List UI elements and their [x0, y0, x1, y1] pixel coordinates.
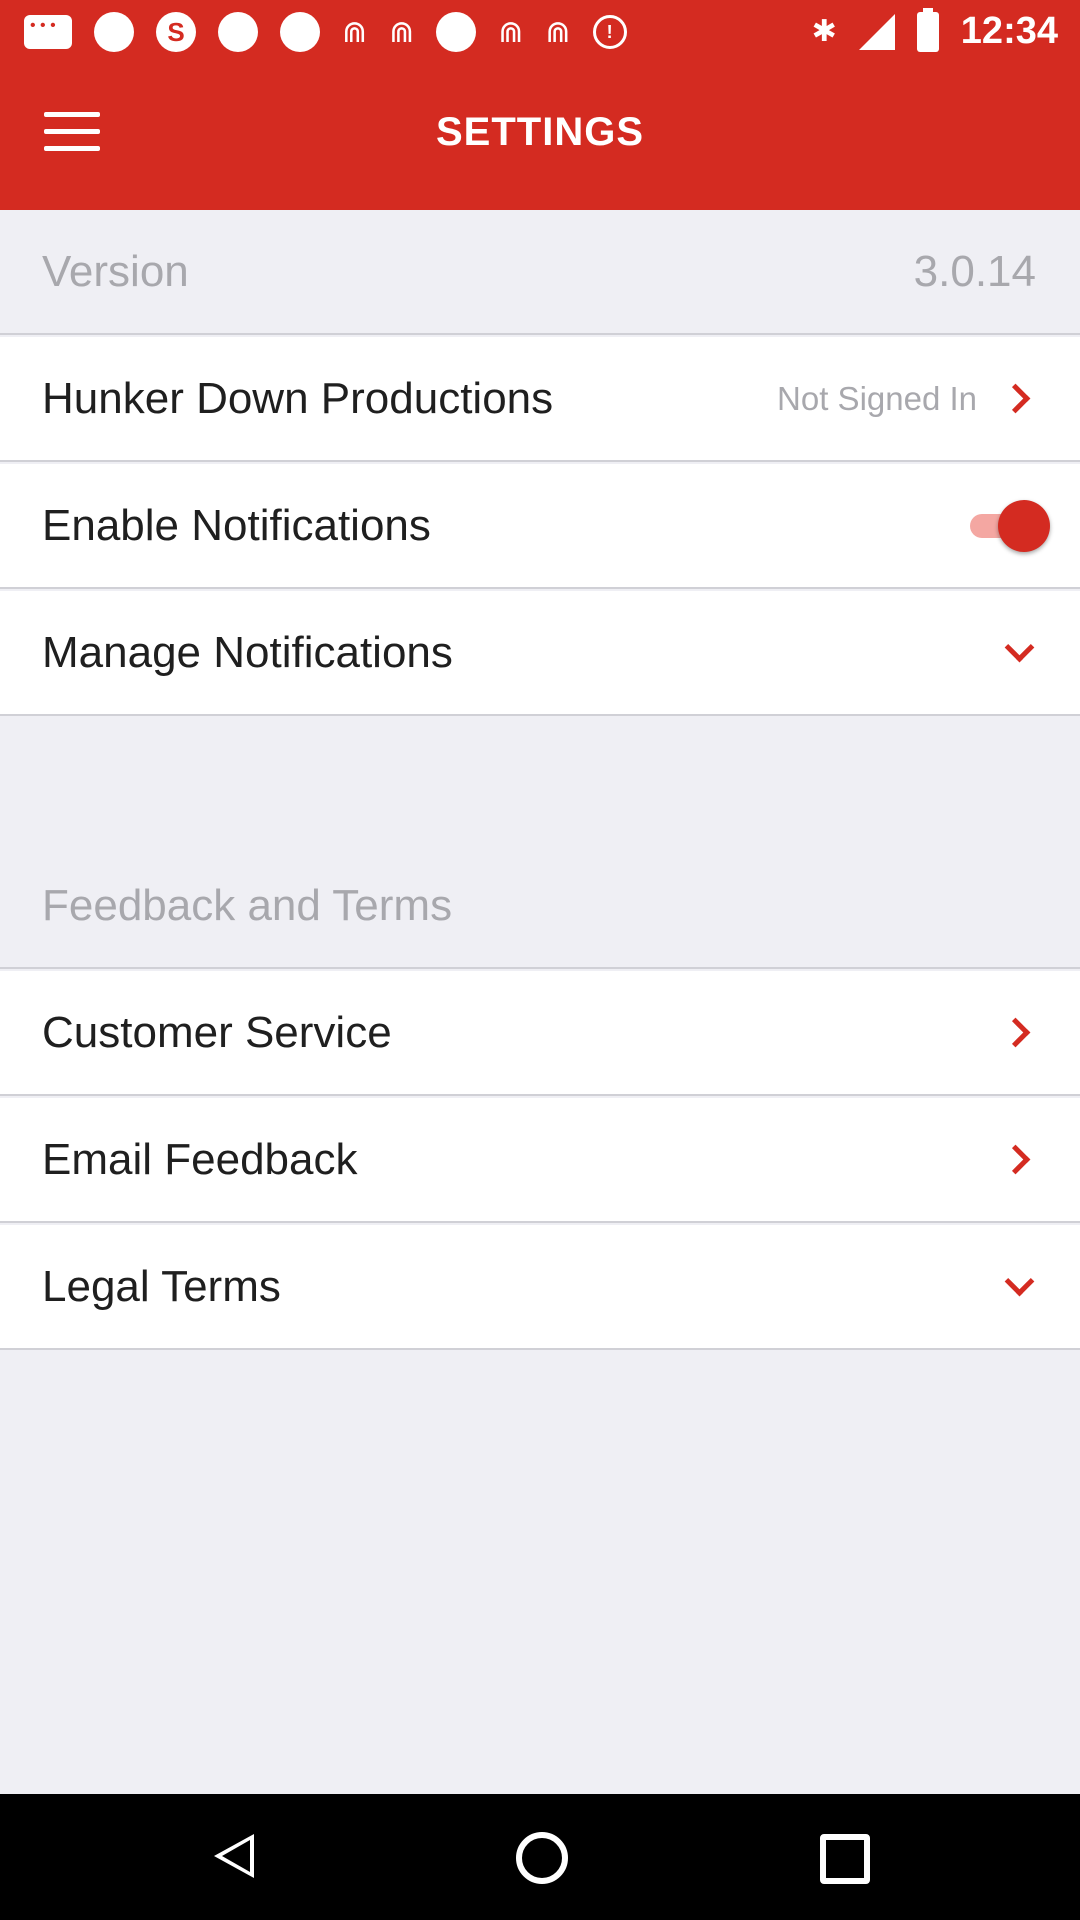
email-feedback-row[interactable]: Email Feedback — [0, 1098, 1080, 1223]
signal-icon — [858, 13, 895, 50]
account-status: Not Signed In — [777, 379, 977, 417]
back-triangle-icon[interactable] — [214, 1834, 254, 1878]
status-bar: S ⋒ ⋒ ⋒ ⋒ ! ✱ 12:34 — [0, 0, 1080, 62]
alert-icon: ! — [592, 15, 627, 49]
enable-notifications-row: Enable Notifications — [0, 464, 1080, 589]
fan-icon: ⋒ — [498, 15, 524, 49]
customer-service-label: Customer Service — [42, 1007, 392, 1057]
message-icon — [24, 15, 72, 49]
manage-notifications-row[interactable]: Manage Notifications — [0, 591, 1080, 716]
account-label: Hunker Down Productions — [42, 373, 554, 423]
chevron-right-icon — [1000, 1144, 1031, 1175]
chevron-down-icon — [1004, 632, 1035, 663]
enable-notifications-label: Enable Notifications — [42, 500, 431, 550]
customer-service-row[interactable]: Customer Service — [0, 971, 1080, 1096]
version-label: Version — [42, 246, 189, 296]
status-system-icons: ✱ 12:34 — [811, 7, 1058, 53]
section-header-feedback: Feedback and Terms — [0, 844, 1080, 969]
account-row[interactable]: Hunker Down Productions Not Signed In — [0, 337, 1080, 462]
status-time: 12:34 — [960, 10, 1058, 52]
legal-terms-row[interactable]: Legal Terms — [0, 1225, 1080, 1350]
version-row: Version 3.0.14 — [0, 210, 1080, 335]
legal-terms-label: Legal Terms — [42, 1261, 281, 1311]
battery-icon — [916, 7, 939, 52]
app-bar: SETTINGS — [0, 62, 1080, 210]
page-title: SETTINGS — [435, 110, 645, 154]
fan-icon: ⋒ — [545, 15, 571, 49]
chevron-right-icon — [1000, 1017, 1031, 1048]
status-notification-icons: S ⋒ ⋒ ⋒ ⋒ ! — [24, 12, 627, 52]
notification-dot-icon — [436, 12, 477, 52]
notification-dot-icon — [218, 12, 258, 52]
version-value: 3.0.14 — [913, 246, 1036, 296]
enable-notifications-toggle[interactable] — [964, 499, 1050, 552]
s-app-icon: S — [156, 12, 196, 52]
notification-dot-icon — [94, 12, 134, 52]
home-circle-icon[interactable] — [516, 1832, 568, 1884]
section-feedback-label: Feedback and Terms — [42, 880, 453, 930]
chevron-down-icon — [1004, 1266, 1035, 1297]
recents-square-icon[interactable] — [820, 1834, 870, 1884]
fan-icon: ⋒ — [342, 15, 368, 49]
manage-notifications-label: Manage Notifications — [42, 627, 453, 677]
toggle-thumb — [998, 499, 1050, 552]
navigation-bar — [0, 1794, 1080, 1920]
fan-icon: ⋒ — [389, 15, 415, 49]
notification-dot-icon — [280, 12, 320, 52]
email-feedback-label: Email Feedback — [42, 1134, 358, 1184]
chevron-right-icon — [1000, 383, 1031, 414]
bluetooth-icon: ✱ — [811, 15, 837, 48]
